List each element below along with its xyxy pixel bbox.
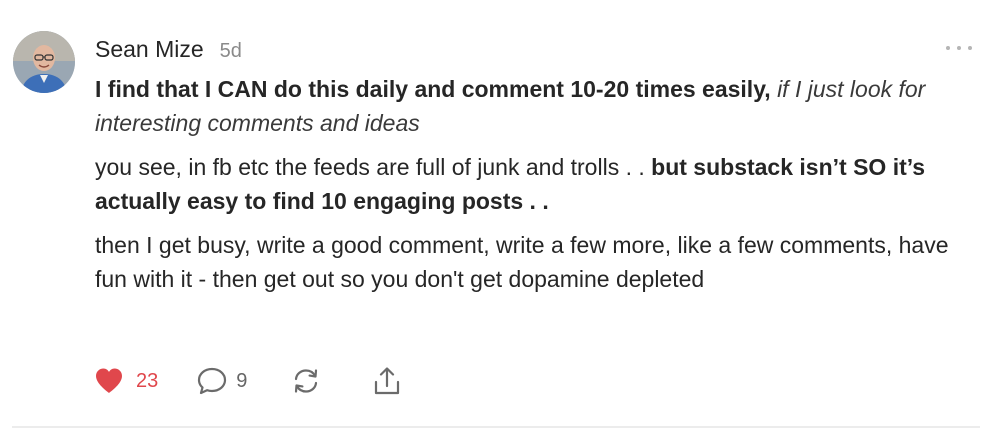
author-name[interactable]: Sean Mize — [95, 36, 204, 63]
share-button[interactable] — [373, 366, 401, 396]
speech-bubble-icon — [198, 367, 227, 395]
paragraph-1: I find that I CAN do this daily and comm… — [95, 72, 980, 140]
like-button[interactable]: 23 — [94, 367, 158, 395]
restack-button[interactable] — [291, 366, 321, 396]
avatar[interactable] — [13, 31, 75, 93]
paragraph-1-bold: I find that I CAN do this daily and comm… — [95, 76, 771, 102]
timestamp[interactable]: 5d — [220, 40, 242, 63]
paragraph-2-text: you see, in fb etc the feeds are full of… — [95, 154, 645, 180]
like-count: 23 — [136, 369, 159, 392]
paragraph-3: then I get busy, write a good comment, w… — [95, 228, 980, 296]
comment-card: Sean Mize 5d I find that I CAN do this d… — [0, 0, 994, 438]
action-bar: 23 9 — [94, 364, 401, 398]
paragraph-2: you see, in fb etc the feeds are full of… — [95, 150, 980, 218]
comment-body: I find that I CAN do this daily and comm… — [95, 72, 980, 306]
paragraph-3-text: then I get busy, write a good comment, w… — [95, 232, 949, 292]
divider — [12, 426, 980, 428]
restack-icon — [295, 369, 318, 393]
heart-icon — [96, 368, 122, 393]
avatar-image — [13, 31, 75, 93]
comment-button[interactable]: 9 — [196, 366, 247, 396]
share-icon — [375, 367, 400, 395]
comment-header: Sean Mize 5d — [95, 36, 242, 63]
comment-count: 9 — [236, 369, 248, 392]
more-options-icon[interactable] — [946, 40, 972, 56]
